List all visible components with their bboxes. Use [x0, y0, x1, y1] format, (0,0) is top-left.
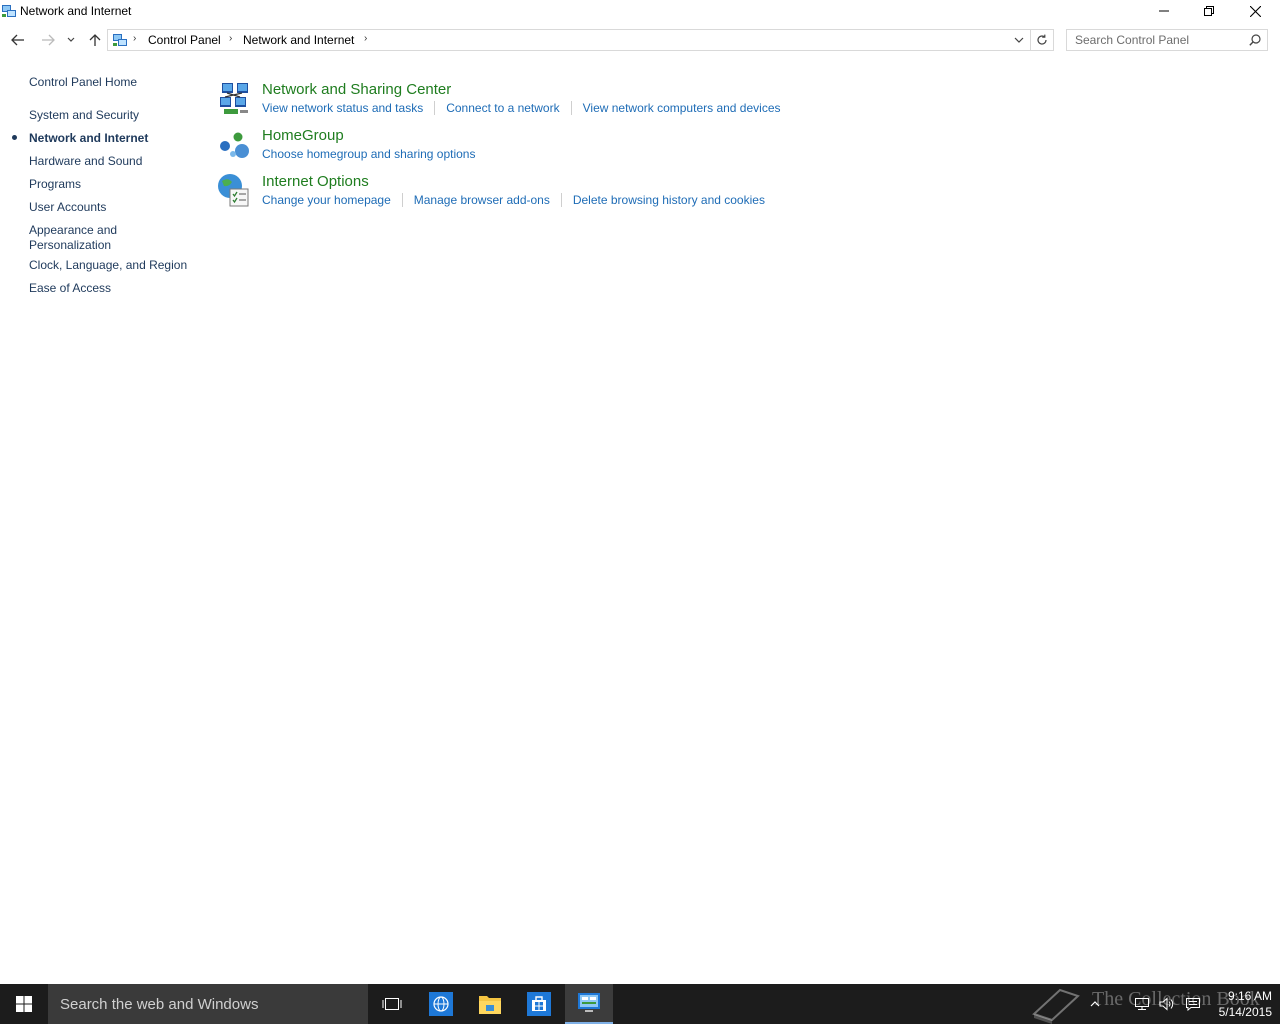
network-icon — [1135, 998, 1149, 1010]
close-icon — [1249, 5, 1261, 17]
control-panel-icon — [113, 34, 127, 46]
search-input[interactable] — [1067, 30, 1250, 50]
chevron-down-icon — [1014, 37, 1024, 43]
connect-to-network-link[interactable]: Connect to a network — [446, 101, 559, 115]
taskbar-search-box[interactable]: Search the web and Windows — [48, 984, 368, 1024]
forward-arrow-icon — [42, 34, 55, 46]
sidebar-item-hardware-and-sound[interactable]: Hardware and Sound — [29, 154, 142, 169]
breadcrumb-network-and-internet[interactable]: Network and Internet — [243, 33, 354, 47]
manage-addons-link[interactable]: Manage browser add-ons — [414, 193, 550, 207]
refresh-button[interactable] — [1030, 30, 1053, 50]
control-panel-window: Network and Internet › Control Panel › N… — [0, 0, 1280, 984]
sidebar-item-ease-of-access[interactable]: Ease of Access — [29, 281, 111, 296]
task-view-icon — [382, 998, 402, 1010]
taskbar: Search the web and Windows The Collectio… — [0, 984, 1280, 1024]
refresh-icon — [1037, 34, 1047, 45]
sidebar-item-system-and-security[interactable]: System and Security — [29, 108, 139, 123]
clock-time: 9:16 AM — [1227, 989, 1272, 1003]
change-homepage-link[interactable]: Change your homepage — [262, 193, 391, 207]
address-bar[interactable]: › Control Panel › Network and Internet › — [107, 29, 1054, 51]
taskbar-search-placeholder: Search the web and Windows — [60, 996, 259, 1013]
category-network-and-sharing-center: Network and Sharing Center View network … — [216, 81, 916, 125]
volume-icon — [1159, 997, 1174, 1011]
windows-logo-icon — [16, 996, 32, 1012]
forward-button[interactable] — [38, 30, 58, 50]
file-explorer-icon — [479, 996, 501, 1014]
task-view-button[interactable] — [368, 984, 416, 1024]
minimize-button[interactable] — [1141, 0, 1187, 22]
taskbar-clock[interactable]: 9:16 AM 5/14/2015 — [1206, 988, 1272, 1020]
show-hidden-icons-icon — [1090, 1001, 1100, 1007]
control-panel-icon — [2, 5, 16, 17]
minimize-icon — [1159, 10, 1169, 12]
breadcrumb-separator[interactable]: › — [229, 33, 232, 44]
breadcrumb-separator[interactable]: › — [364, 33, 367, 44]
file-explorer-taskbar-button[interactable] — [466, 984, 514, 1024]
homegroup-tasks: Choose homegroup and sharing options — [262, 147, 475, 161]
sidebar-item-network-and-internet[interactable]: Network and Internet — [29, 131, 148, 146]
search-box[interactable] — [1066, 29, 1268, 51]
internet-options-icon[interactable] — [216, 173, 252, 209]
search-icon[interactable] — [1249, 34, 1261, 46]
back-button[interactable] — [8, 30, 28, 50]
store-taskbar-button[interactable] — [515, 984, 563, 1024]
category-internet-options: Internet Options Change your homepage Ma… — [216, 173, 916, 217]
action-center-icon — [1186, 998, 1200, 1011]
restore-button[interactable] — [1186, 0, 1232, 22]
network-and-sharing-center-tasks: View network status and tasks Connect to… — [262, 101, 781, 115]
action-center-button[interactable] — [1185, 996, 1201, 1012]
control-panel-icon — [578, 993, 600, 1012]
view-network-status-link[interactable]: View network status and tasks — [262, 101, 423, 115]
close-button[interactable] — [1232, 0, 1278, 22]
up-arrow-icon — [89, 34, 101, 46]
up-button[interactable] — [85, 30, 105, 50]
restore-icon — [1204, 6, 1214, 16]
back-arrow-icon — [11, 34, 24, 46]
network-and-sharing-center-link[interactable]: Network and Sharing Center — [262, 81, 451, 98]
clock-date: 5/14/2015 — [1218, 1005, 1272, 1019]
recent-locations-button[interactable] — [62, 30, 80, 50]
network-sharing-icon[interactable] — [216, 81, 252, 117]
link-divider — [434, 101, 436, 115]
view-network-computers-link[interactable]: View network computers and devices — [583, 101, 781, 115]
control-panel-home-link[interactable]: Control Panel Home — [29, 75, 137, 90]
breadcrumb-separator[interactable]: › — [133, 33, 136, 44]
internet-options-tasks: Change your homepage Manage browser add-… — [262, 193, 765, 207]
book-watermark-icon — [1032, 988, 1080, 1024]
active-bullet — [12, 135, 17, 140]
chevron-down-icon — [67, 37, 75, 42]
internet-options-link[interactable]: Internet Options — [262, 173, 369, 190]
sidebar-item-appearance-and-personalization[interactable]: Appearance and Personalization — [29, 223, 139, 253]
browser-taskbar-button[interactable] — [417, 984, 465, 1024]
sidebar-item-user-accounts[interactable]: User Accounts — [29, 200, 106, 215]
window-title: Network and Internet — [20, 4, 132, 18]
sidebar-item-clock-language-and-region[interactable]: Clock, Language, and Region — [29, 258, 187, 273]
category-homegroup: HomeGroup Choose homegroup and sharing o… — [216, 127, 916, 171]
show-hidden-icons-button[interactable] — [1087, 996, 1103, 1012]
sidebar-item-programs[interactable]: Programs — [29, 177, 81, 192]
title-bar[interactable]: Network and Internet — [0, 0, 1280, 24]
store-icon — [527, 992, 551, 1016]
volume-tray-button[interactable] — [1159, 996, 1175, 1012]
browser-icon — [429, 992, 453, 1016]
delete-browsing-history-link[interactable]: Delete browsing history and cookies — [573, 193, 765, 207]
control-panel-taskbar-button[interactable] — [565, 984, 613, 1024]
network-tray-button[interactable] — [1134, 996, 1150, 1012]
homegroup-link[interactable]: HomeGroup — [262, 127, 344, 144]
navigation-bar: › Control Panel › Network and Internet › — [0, 27, 1280, 55]
breadcrumb-control-panel[interactable]: Control Panel — [148, 33, 221, 47]
address-history-button[interactable] — [1009, 30, 1029, 50]
link-divider — [401, 193, 403, 207]
link-divider — [560, 193, 562, 207]
start-button[interactable] — [0, 984, 48, 1024]
choose-homegroup-options-link[interactable]: Choose homegroup and sharing options — [262, 147, 475, 161]
homegroup-icon[interactable] — [216, 127, 252, 163]
link-divider — [570, 101, 572, 115]
